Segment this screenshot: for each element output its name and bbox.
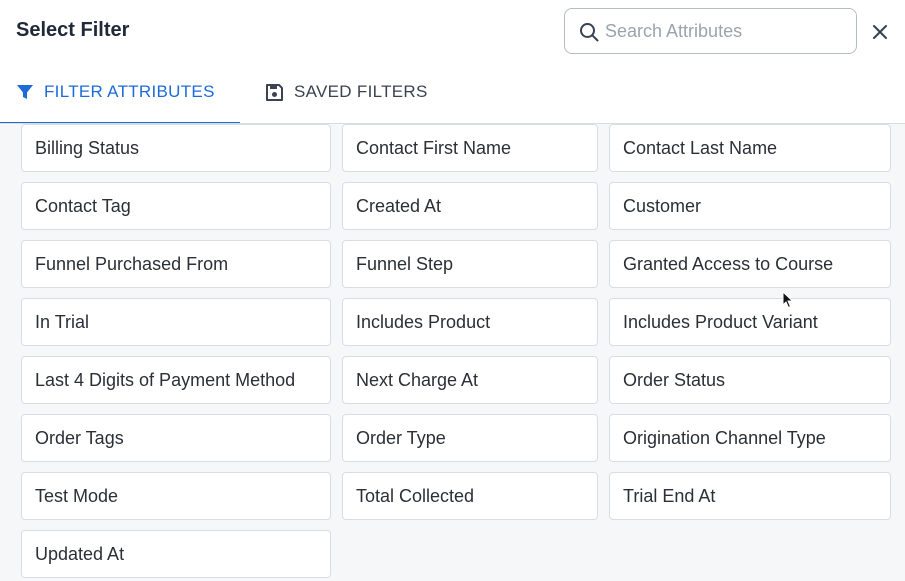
attribute-grid: Billing Status Contact First Name Contac… (21, 124, 891, 578)
attribute-option[interactable]: Last 4 Digits of Payment Method (21, 356, 331, 404)
search-box[interactable] (564, 8, 857, 54)
tab-saved-filters-label: SAVED FILTERS (294, 82, 428, 101)
attribute-option[interactable]: Updated At (21, 530, 331, 578)
mouse-cursor-icon (782, 291, 794, 309)
attribute-option[interactable]: Includes Product Variant (609, 298, 891, 346)
attribute-option[interactable]: Includes Product (342, 298, 598, 346)
attribute-option[interactable]: Contact Tag (21, 182, 331, 230)
attribute-option[interactable]: Total Collected (342, 472, 598, 520)
attribute-option[interactable]: Order Tags (21, 414, 331, 462)
attribute-option[interactable]: Contact First Name (342, 124, 598, 172)
attribute-option[interactable]: Order Type (342, 414, 598, 462)
attribute-option[interactable]: Funnel Step (342, 240, 598, 288)
funnel-icon (17, 85, 33, 99)
close-icon[interactable] (868, 20, 892, 44)
dialog-title: Select Filter (16, 19, 130, 41)
attribute-option[interactable]: Customer (609, 182, 891, 230)
attribute-option[interactable]: Order Status (609, 356, 891, 404)
attribute-option[interactable]: Funnel Purchased From (21, 240, 331, 288)
save-icon (266, 83, 283, 101)
tab-filter-attributes-label: FILTER ATTRIBUTES (44, 82, 215, 101)
search-input[interactable] (605, 19, 845, 43)
attribute-list-panel[interactable]: Billing Status Contact First Name Contac… (0, 124, 905, 581)
attribute-option[interactable]: Test Mode (21, 472, 331, 520)
attribute-option[interactable]: Origination Channel Type (609, 414, 891, 462)
dialog-header: Select Filter FILTER ATTRIBUTES SAVED FI… (0, 0, 905, 124)
search-icon (580, 23, 599, 42)
tab-saved-filters[interactable]: SAVED FILTERS (265, 62, 428, 122)
attribute-option[interactable]: In Trial (21, 298, 331, 346)
attribute-option[interactable]: Granted Access to Course (609, 240, 891, 288)
attribute-option[interactable]: Trial End At (609, 472, 891, 520)
tab-filter-attributes[interactable]: FILTER ATTRIBUTES (16, 62, 215, 122)
attribute-option[interactable]: Created At (342, 182, 598, 230)
attribute-option[interactable]: Next Charge At (342, 356, 598, 404)
attribute-option[interactable]: Contact Last Name (609, 124, 891, 172)
attribute-option[interactable]: Billing Status (21, 124, 331, 172)
